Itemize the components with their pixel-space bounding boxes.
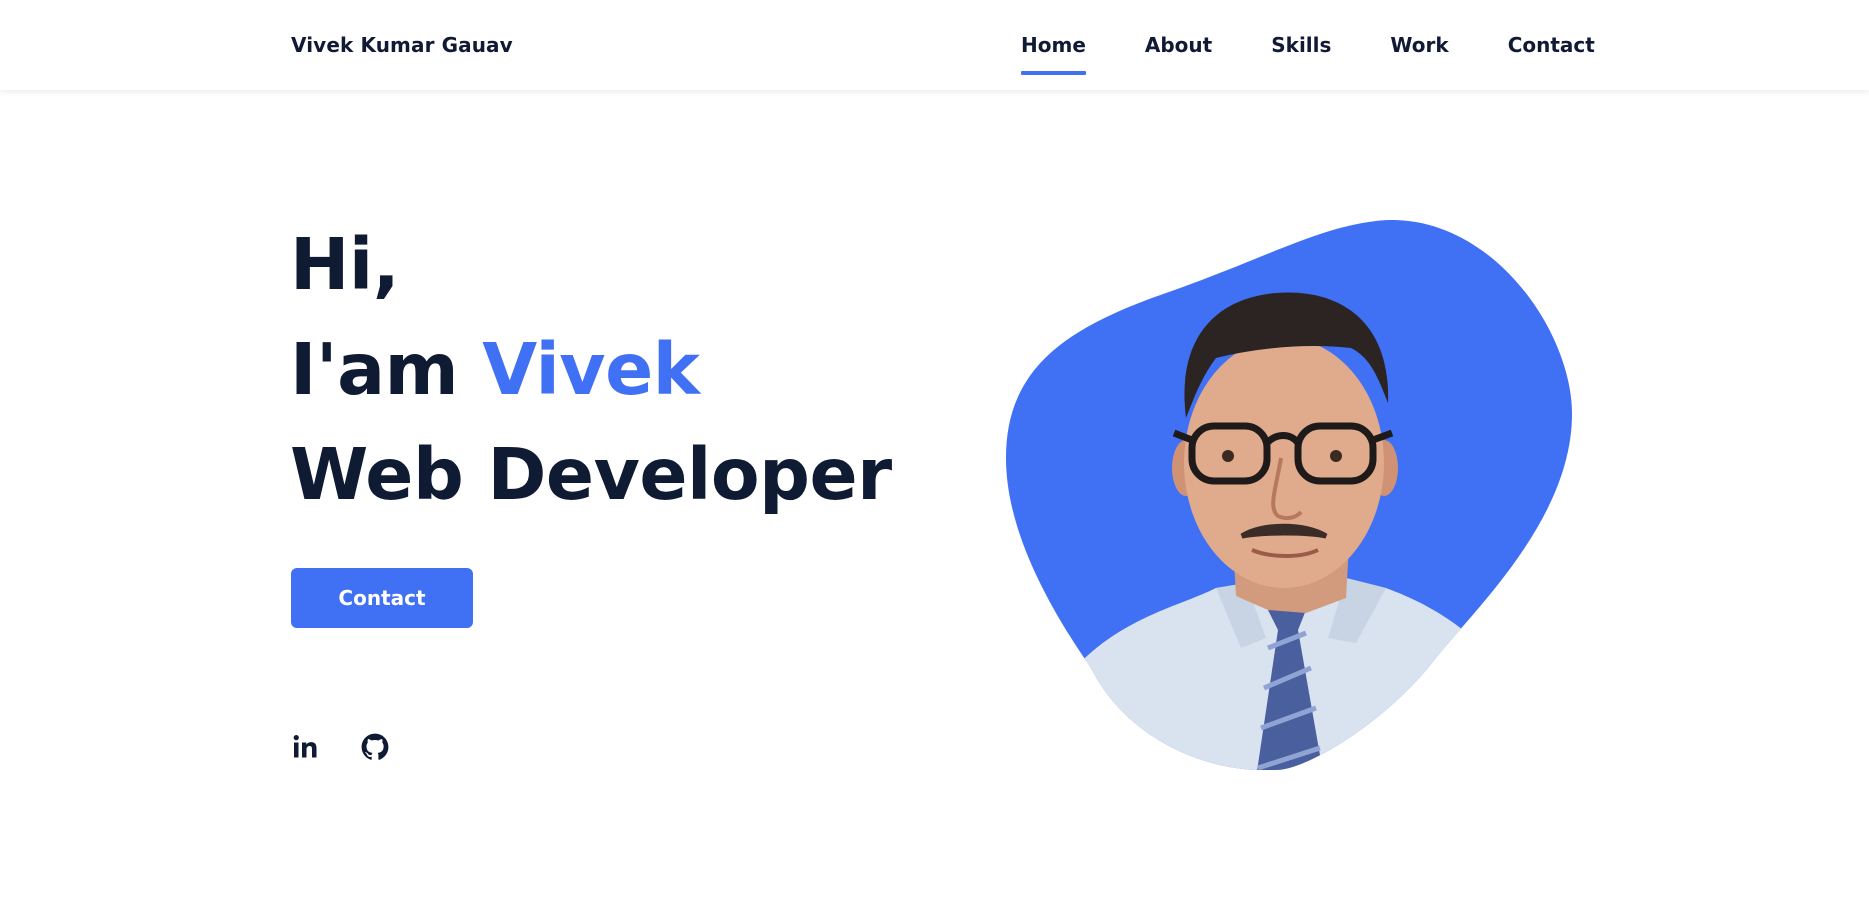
social-links — [291, 733, 389, 761]
nav-home[interactable]: Home — [1021, 33, 1086, 75]
face — [1184, 338, 1384, 588]
hero-heading: Hi, I'am Vivek Web Developer — [290, 212, 892, 527]
site-header: Vivek Kumar Gauav Home About Skills Work… — [0, 0, 1869, 90]
hero-name-line: I'am Vivek — [290, 317, 892, 422]
nav-about[interactable]: About — [1145, 33, 1212, 57]
hero-greeting: Hi, — [290, 223, 400, 306]
nav-work[interactable]: Work — [1390, 33, 1448, 57]
hero-name-prefix: I'am — [290, 328, 483, 411]
contact-button[interactable]: Contact — [291, 568, 473, 628]
hero-name: Vivek — [482, 328, 700, 411]
mustache — [1240, 523, 1328, 539]
hero-role: Web Developer — [290, 433, 892, 516]
site-logo[interactable]: Vivek Kumar Gauav — [291, 33, 513, 57]
linkedin-icon — [293, 735, 317, 758]
github-link[interactable] — [361, 733, 389, 761]
linkedin-link[interactable] — [291, 733, 319, 761]
profile-portrait — [1006, 220, 1572, 770]
github-icon — [361, 733, 389, 760]
nav-skills[interactable]: Skills — [1271, 33, 1331, 57]
main-nav: Home About Skills Work Contact — [1021, 33, 1595, 75]
nav-contact[interactable]: Contact — [1508, 33, 1595, 57]
